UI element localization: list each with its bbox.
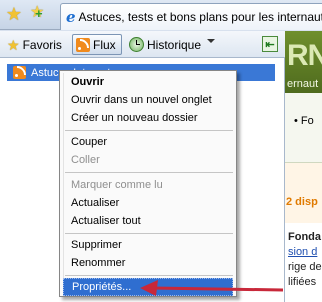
favoris-button[interactable]: ★ Favoris <box>3 34 66 55</box>
favoris-label: Favoris <box>22 37 62 52</box>
rss-feed-icon <box>76 37 90 52</box>
history-clock-icon <box>129 37 144 52</box>
menu-separator <box>65 130 233 131</box>
site-text-line: lifiées <box>288 276 317 288</box>
chevron-down-icon[interactable] <box>207 39 215 43</box>
tab-strip: ★ ★ + e Astuces, tests et bons plans pour… <box>0 0 322 30</box>
site-headline[interactable]: 2 disp <box>286 196 318 208</box>
webpage-content: RN ernaut • Fo 2 disp Fonda sion d rige … <box>285 31 322 302</box>
context-menu: Ouvrir Ouvrir dans un nouvel onglet Crée… <box>59 70 237 297</box>
add-favorite-icon: ★ + <box>30 4 45 21</box>
menu-separator <box>65 172 233 173</box>
site-text-line: Fonda <box>288 231 321 243</box>
favorites-center-button[interactable]: ★ <box>3 3 25 25</box>
rss-feed-icon <box>13 66 26 79</box>
favorites-center-toolbar: ★ Favoris Flux Historique ⇤ <box>0 31 285 58</box>
site-logo-subtitle: ernaut <box>287 78 319 90</box>
menu-item-couper[interactable]: Couper <box>63 133 233 151</box>
pin-to-left-icon[interactable]: ⇤ <box>262 36 278 52</box>
menu-item-ouvrir[interactable]: Ouvrir <box>63 73 233 91</box>
site-logo: RN <box>287 39 322 72</box>
menu-item-creer-dossier[interactable]: Créer un nouveau dossier <box>63 109 233 127</box>
site-nav: • Fo <box>285 93 322 163</box>
menu-item-marquer-lu: Marquer comme lu <box>71 179 163 191</box>
browser-tab[interactable]: e Astuces, tests et bons plans pour les … <box>60 3 322 30</box>
menu-item-proprietes[interactable]: Propriétés... <box>63 278 233 296</box>
site-text-line: rige de <box>288 261 322 273</box>
menu-item-actualiser[interactable]: Actualiser <box>63 194 233 212</box>
menu-item-ouvrir-nouvel-onglet[interactable]: Ouvrir dans un nouvel onglet <box>63 91 233 109</box>
internet-explorer-icon: e <box>66 8 76 26</box>
flux-button[interactable]: Flux <box>72 34 122 55</box>
site-headline-block: 2 disp <box>285 163 322 223</box>
historique-label: Historique <box>147 37 202 52</box>
star-icon: ★ <box>7 36 20 53</box>
menu-item-actualiser-tout[interactable]: Actualiser tout <box>63 212 233 230</box>
menu-item-supprimer[interactable]: Supprimer <box>63 236 233 254</box>
tab-title: Astuces, tests et bons plans pour les in… <box>78 10 322 24</box>
menu-item-coller: Coller <box>71 154 100 166</box>
menu-separator <box>65 233 233 234</box>
menu-separator <box>65 275 233 276</box>
add-favorite-button[interactable]: ★ + <box>28 3 50 25</box>
star-icon: ★ <box>5 4 23 24</box>
flux-label: Flux <box>93 37 116 52</box>
site-banner: RN ernaut <box>285 31 322 93</box>
site-nav-item[interactable]: • Fo <box>294 115 314 127</box>
site-link[interactable]: sion d <box>288 246 317 258</box>
menu-item-renommer[interactable]: Renommer <box>63 254 233 272</box>
historique-button[interactable]: Historique <box>125 34 205 55</box>
